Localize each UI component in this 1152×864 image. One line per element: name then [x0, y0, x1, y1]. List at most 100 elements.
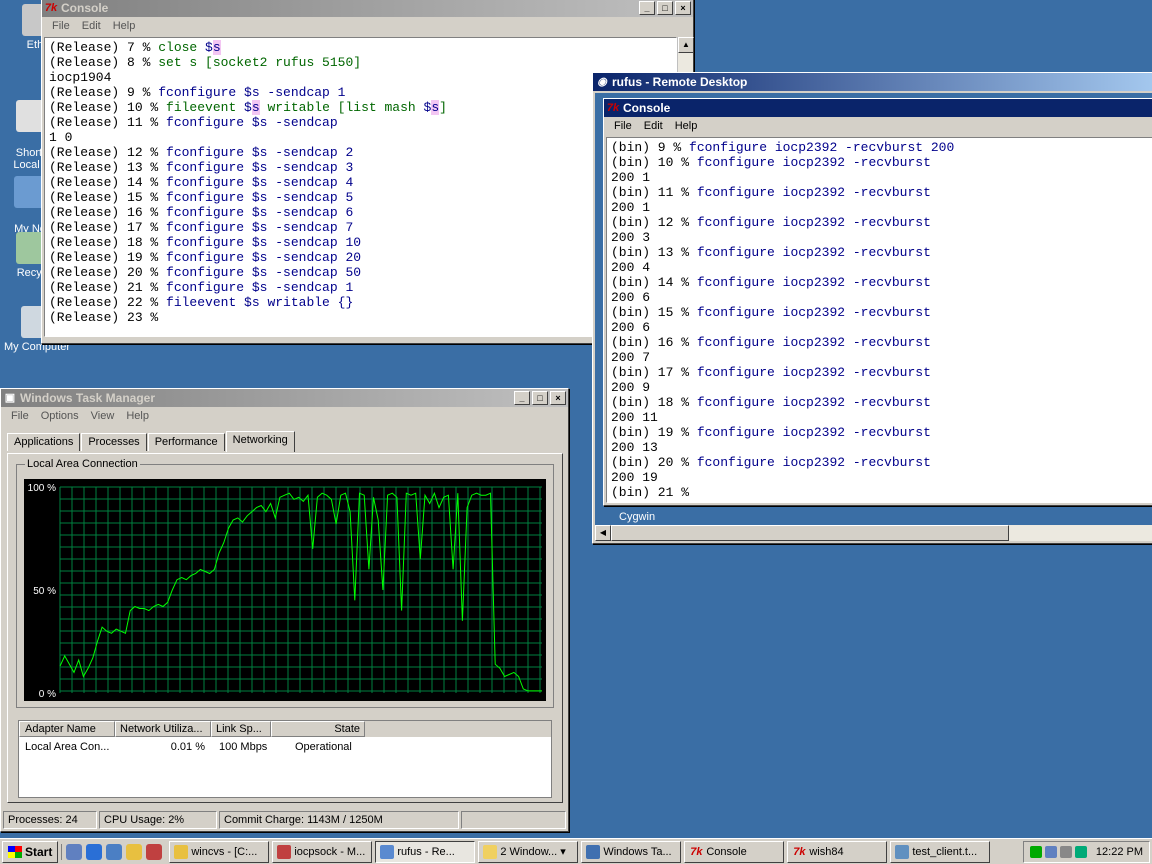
- menu-help[interactable]: Help: [120, 410, 155, 422]
- tab-applications[interactable]: Applications: [7, 433, 81, 451]
- taskbar-button[interactable]: wincvs - [C:...: [169, 840, 270, 863]
- close-button[interactable]: ×: [550, 391, 566, 405]
- taskbar-button[interactable]: test_client.t...: [890, 840, 991, 863]
- taskbar-button[interactable]: 7k wish84: [787, 840, 888, 863]
- folder-icon: [483, 844, 498, 859]
- tcl-icon[interactable]: [146, 843, 163, 860]
- horizontal-scrollbar[interactable]: ◀: [595, 525, 1152, 541]
- y-axis-label: 0 %: [39, 689, 56, 700]
- column-header[interactable]: Network Utiliza...: [115, 721, 211, 737]
- tray-volume-icon[interactable]: [1059, 845, 1072, 858]
- menu-options[interactable]: Options: [35, 410, 85, 422]
- task-label: wincvs - [C:...: [191, 845, 258, 858]
- quick-launch-icon[interactable]: [66, 843, 83, 860]
- table-row[interactable]: Local Area Con... 0.01 % 100 Mbps Operat…: [19, 739, 551, 755]
- people-icon[interactable]: [126, 843, 143, 860]
- task-label: iocpsock - M...: [294, 845, 366, 858]
- console-line: (Release) 16 % fconfigure $s -sendcap 6: [49, 205, 354, 220]
- taskbar-button[interactable]: 7k Console: [684, 840, 785, 863]
- file-icon: [895, 844, 910, 859]
- maximize-button[interactable]: □: [532, 391, 548, 405]
- taskbar-button[interactable]: iocpsock - M...: [272, 840, 373, 863]
- taskbar: Start wincvs - [C:... iocpsock - M... ru…: [0, 838, 1152, 864]
- console-line: 200 19: [611, 470, 658, 485]
- console-line: (bin) 20 % fconfigure iocp2392 -recvburs…: [611, 455, 931, 470]
- console-line: (bin) 14 % fconfigure iocp2392 -recvburs…: [611, 275, 931, 290]
- taskbar-button-active[interactable]: rufus - Re...: [375, 840, 476, 863]
- taskbar-button[interactable]: 2 Window... ▾: [478, 840, 579, 863]
- console-line: 200 7: [611, 350, 651, 365]
- tab-panel: Local Area Connection 100 % 50 % 0 % Adapt…: [7, 453, 563, 803]
- menu-help[interactable]: Help: [107, 20, 142, 32]
- column-header[interactable]: Link Sp...: [211, 721, 271, 737]
- clock[interactable]: 12:22 PM: [1096, 846, 1143, 858]
- menu-edit[interactable]: Edit: [76, 20, 107, 32]
- network-utilization-graph: 100 % 50 % 0 %: [24, 479, 546, 701]
- console-line: 200 13: [611, 440, 658, 455]
- console-titlebar[interactable]: 7k Console _ □ ×: [42, 0, 693, 17]
- remote-console-window[interactable]: 7k Console File Edit Help (bin) 9 % fcon…: [603, 98, 1152, 506]
- tray-performance-icon[interactable]: [1029, 845, 1042, 858]
- console-line: (Release) 14 % fconfigure $s -sendcap 4: [49, 175, 354, 190]
- link-speed: 100 Mbps: [219, 741, 268, 753]
- scroll-up-button[interactable]: ▲: [678, 37, 694, 53]
- menu-edit[interactable]: Edit: [638, 120, 669, 132]
- taskbar-button[interactable]: Windows Ta...: [581, 840, 682, 863]
- scroll-thumb[interactable]: [611, 525, 1009, 541]
- tray-network-icon[interactable]: [1044, 845, 1057, 858]
- menu-file[interactable]: File: [5, 410, 35, 422]
- tab-processes[interactable]: Processes: [81, 433, 147, 451]
- menu-help[interactable]: Help: [669, 120, 704, 132]
- scroll-left-button[interactable]: ◀: [595, 525, 611, 541]
- tab-performance[interactable]: Performance: [147, 433, 225, 451]
- close-button[interactable]: ×: [675, 1, 691, 15]
- console-line: (Release) 20 % fconfigure $s -sendcap 50: [49, 265, 362, 280]
- console-line: (Release) 8 % set s [socket2 rufus 5150]: [49, 55, 362, 70]
- console-line: 1 0: [49, 130, 73, 145]
- console-line: (Release) 7 % close $s: [49, 40, 221, 55]
- console-line: (Release) 11 % fconfigure $s -sendcap: [49, 115, 338, 130]
- status-cpu: CPU Usage: 2%: [99, 811, 217, 829]
- task-label: rufus - Re...: [397, 845, 455, 858]
- adapter-table[interactable]: Adapter Name Network Utiliza... Link Sp.…: [18, 720, 552, 798]
- tab-networking[interactable]: Networking: [225, 431, 295, 452]
- console-output[interactable]: (bin) 9 % fconfigure iocp2392 -recvburst…: [606, 137, 1152, 503]
- console-line: 200 9: [611, 380, 651, 395]
- status-commit: Commit Charge: 1143M / 1250M: [219, 811, 459, 829]
- minimize-button[interactable]: _: [514, 391, 530, 405]
- task-label: Console: [706, 845, 747, 858]
- task-manager-titlebar[interactable]: ▣ Windows Task Manager _ □ ×: [1, 389, 568, 407]
- console-output[interactable]: (Release) 7 % close $s (Release) 8 % set …: [44, 37, 677, 337]
- remote-taskbar-label: Cygwin: [619, 511, 656, 523]
- browser-icon[interactable]: [86, 843, 103, 860]
- console-line: (Release) 13 % fconfigure $s -sendcap 3: [49, 160, 354, 175]
- document-icon[interactable]: [106, 843, 123, 860]
- minimize-button[interactable]: _: [639, 1, 655, 15]
- remote-desktop-titlebar[interactable]: ◉ rufus - Remote Desktop: [593, 73, 1152, 91]
- column-header[interactable]: Adapter Name: [19, 721, 115, 737]
- task-manager-window[interactable]: ▣ Windows Task Manager _ □ × File Option…: [0, 388, 569, 832]
- menu-bar: File Edit Help: [604, 117, 1152, 135]
- task-label: wish84: [809, 845, 844, 858]
- menu-view[interactable]: View: [85, 410, 121, 422]
- console-line: (Release) 22 % fileevent $s writable {}: [49, 295, 354, 310]
- console-line: (Release) 18 % fconfigure $s -sendcap 10: [49, 235, 362, 250]
- console-line: (bin) 9 % fconfigure iocp2392 -recvburst…: [611, 140, 955, 155]
- tk-icon: 7k: [690, 845, 703, 858]
- console-line: (Release) 17 % fconfigure $s -sendcap 7: [49, 220, 354, 235]
- start-button[interactable]: Start: [2, 840, 59, 863]
- menu-file[interactable]: File: [608, 120, 638, 132]
- remote-desktop-window[interactable]: ◉ rufus - Remote Desktop 7k Console File…: [592, 72, 1152, 544]
- task-label: Windows Ta...: [603, 845, 672, 858]
- console-line: (Release) 23 %: [49, 310, 167, 325]
- console-line: (Release) 9 % fconfigure $s -sendcap 1: [49, 85, 346, 100]
- remote-console-titlebar[interactable]: 7k Console: [604, 99, 1152, 117]
- maximize-button[interactable]: □: [657, 1, 673, 15]
- menu-file[interactable]: File: [46, 20, 76, 32]
- column-header[interactable]: State: [271, 721, 365, 737]
- console-line: (Release) 12 % fconfigure $s -sendcap 2: [49, 145, 354, 160]
- console-line: 200 1: [611, 200, 651, 215]
- console-line: (bin) 10 % fconfigure iocp2392 -recvburs…: [611, 155, 931, 170]
- task-label: 2 Window...: [500, 845, 558, 858]
- tray-app-icon[interactable]: [1074, 845, 1087, 858]
